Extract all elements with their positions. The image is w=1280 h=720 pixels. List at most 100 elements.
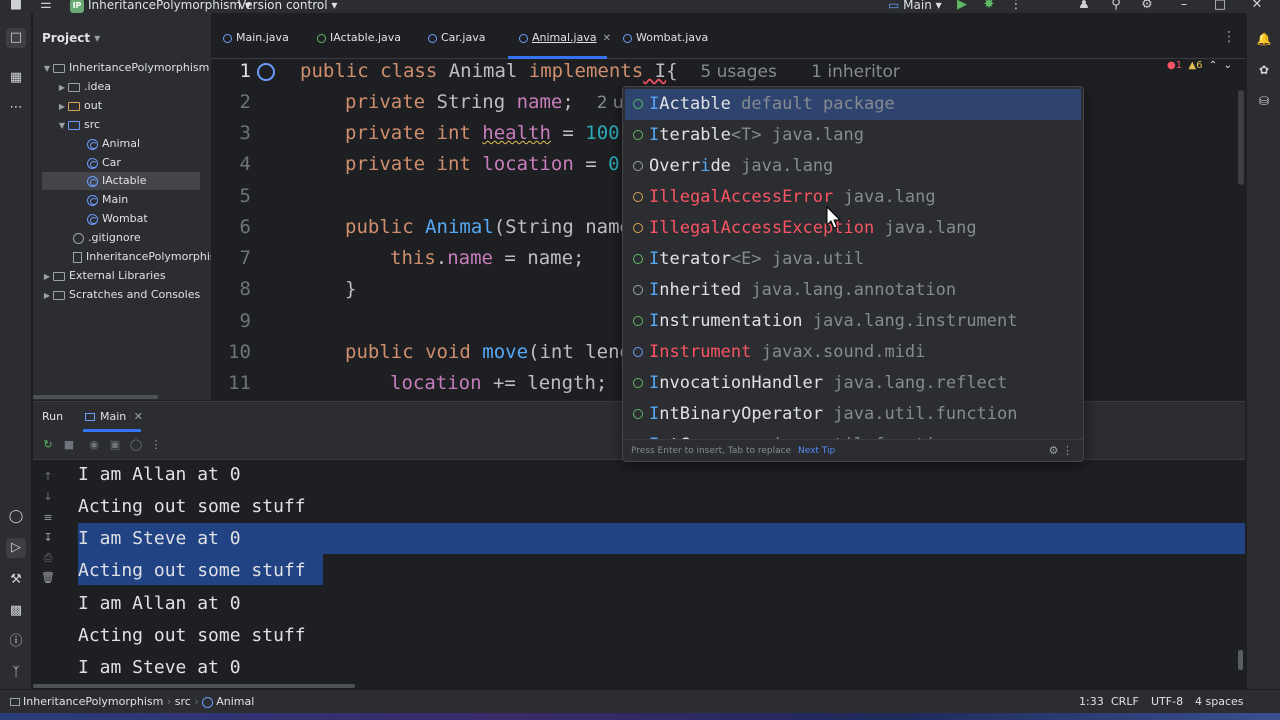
tree-item-src[interactable]: ▼ src: [56, 116, 100, 134]
structure-tool-icon[interactable]: ▦: [6, 68, 26, 88]
completion-item[interactable]: IActable default package: [625, 89, 1081, 120]
chevron-right-icon[interactable]: ▶: [56, 79, 68, 97]
rerun-icon[interactable]: ↻: [41, 438, 55, 452]
inheritors-hint[interactable]: 1 inheritor: [811, 62, 900, 82]
completion-item[interactable]: Instrument javax.sound.midi: [625, 337, 1081, 368]
breadcrumb-project[interactable]: InheritancePolymorphism: [23, 695, 163, 708]
chevron-up-icon[interactable]: ⌃: [1209, 60, 1217, 71]
project-panel-header[interactable]: Project ▾: [42, 31, 100, 45]
more-actions-icon[interactable]: ⋮: [1008, 0, 1024, 13]
scroll-down-icon[interactable]: ↓: [41, 490, 55, 504]
caret-position[interactable]: 1:33: [1079, 695, 1104, 708]
completion-item[interactable]: IllegalAccessError java.lang: [625, 182, 1081, 213]
completion-item[interactable]: IntBinaryOperator java.util.function: [625, 399, 1081, 430]
tree-item-iml[interactable]: InheritancePolymorphism: [73, 248, 226, 266]
terminal-tool-icon[interactable]: ▩: [6, 601, 26, 621]
chevron-down-icon[interactable]: ⌄: [1224, 60, 1232, 71]
run-tool-icon[interactable]: ▷: [6, 538, 26, 558]
completion-item[interactable]: IllegalAccessException java.lang: [625, 213, 1081, 244]
screenshot-icon[interactable]: ◉: [87, 438, 101, 452]
project-horizontal-scrollbar[interactable]: [33, 394, 211, 400]
stop-icon[interactable]: ■: [62, 438, 76, 452]
completion-more-icon[interactable]: ⋮: [1062, 444, 1073, 457]
project-switcher[interactable]: IP InheritancePolymorphism ▾: [70, 0, 251, 13]
restore-layout-icon[interactable]: ▣: [108, 438, 122, 452]
scroll-to-end-icon[interactable]: ↧: [41, 531, 55, 545]
project-tool-icon[interactable]: □: [6, 28, 26, 48]
completion-settings-icon[interactable]: ⚙: [1049, 444, 1059, 457]
notifications-icon[interactable]: 🔔: [1255, 30, 1273, 48]
completion-package: javax.sound.midi: [761, 342, 926, 362]
git-tool-icon[interactable]: ᛉ: [6, 663, 26, 683]
tree-item-iactable[interactable]: IActable: [42, 172, 200, 190]
inspection-widget[interactable]: ●1 ▲6 ⌃ ⌄: [1167, 60, 1232, 71]
chevron-right-icon[interactable]: ▶: [41, 287, 53, 305]
completion-item[interactable]: Iterator<E> java.util: [625, 244, 1081, 275]
completion-item[interactable]: Iterable<T> java.lang: [625, 120, 1081, 151]
search-icon[interactable]: ⚲: [1108, 0, 1124, 13]
more-options-icon[interactable]: ⋮: [149, 438, 163, 452]
implemented-marker-icon[interactable]: [257, 63, 275, 81]
scratches-icon: [53, 290, 65, 300]
main-menu-icon[interactable]: ☰: [38, 0, 54, 13]
next-tip-link[interactable]: Next Tip: [798, 446, 835, 456]
clear-all-icon[interactable]: 🗑: [41, 571, 55, 585]
tree-item-scratches[interactable]: ▶ Scratches and Consoles: [41, 286, 200, 304]
scroll-up-icon[interactable]: ↑: [41, 470, 55, 484]
tree-item-external-libraries[interactable]: ▶ External Libraries: [41, 267, 166, 285]
tab-options-icon[interactable]: ⋮: [1222, 29, 1236, 45]
tab-car-java[interactable]: Car.java: [428, 31, 485, 47]
tab-iactable-java[interactable]: IActable.java: [317, 31, 401, 47]
database-icon[interactable]: ⛁: [1255, 92, 1273, 110]
breadcrumb-animal[interactable]: Animal: [216, 695, 254, 708]
chevron-right-icon[interactable]: ▶: [56, 98, 68, 116]
console-scrollbar[interactable]: [1238, 650, 1243, 670]
run-tab-main[interactable]: Main ✕: [85, 410, 143, 423]
breadcrumb-src[interactable]: src: [175, 695, 191, 708]
tree-item-main[interactable]: Main: [87, 191, 128, 209]
tree-item-car[interactable]: Car: [87, 154, 121, 172]
line-separator[interactable]: CRLF: [1111, 695, 1139, 708]
more-tools-icon[interactable]: ⋯: [6, 98, 26, 118]
usages-hint[interactable]: 5 usages: [700, 62, 776, 82]
soft-wrap-icon[interactable]: ≡: [41, 511, 55, 525]
close-run-tab-icon[interactable]: ✕: [134, 410, 143, 423]
tab-wombat-java[interactable]: Wombat.java: [623, 31, 708, 47]
close-tab-icon[interactable]: ✕: [603, 33, 611, 44]
editor-scrollbar[interactable]: [1238, 90, 1244, 185]
vcs-menu[interactable]: Version control ▾: [238, 0, 337, 13]
completion-item[interactable]: Instrumentation java.lang.instrument: [625, 306, 1081, 337]
chevron-down-icon[interactable]: ▼: [56, 117, 68, 135]
build-tool-icon[interactable]: ⚒: [6, 570, 26, 590]
run-icon[interactable]: ▶: [954, 0, 970, 13]
tree-item-gitignore[interactable]: .gitignore: [73, 229, 141, 247]
tab-animal-java[interactable]: Animal.java ✕: [519, 31, 611, 47]
tree-item-animal[interactable]: Animal: [87, 135, 140, 153]
completion-item[interactable]: InvocationHandler java.lang.reflect: [625, 368, 1081, 399]
scrollbar-thumb[interactable]: [33, 395, 158, 399]
run-config-selector[interactable]: ▭ Main ▾: [888, 0, 942, 13]
close-window-icon[interactable]: ✕: [1249, 0, 1265, 13]
chevron-right-icon[interactable]: ▶: [41, 268, 53, 286]
completion-item[interactable]: Inherited java.lang.annotation: [625, 275, 1081, 306]
tree-item-idea[interactable]: ▶ .idea: [56, 78, 111, 96]
settings-gear-icon[interactable]: ⚙: [1139, 0, 1155, 13]
file-encoding[interactable]: UTF-8: [1151, 695, 1183, 708]
print-icon[interactable]: ⎙: [41, 551, 55, 565]
completion-item[interactable]: Override java.lang: [625, 151, 1081, 182]
indent-setting[interactable]: 4 spaces: [1195, 695, 1244, 708]
tab-main-java[interactable]: Main.java: [223, 31, 289, 47]
threads-icon[interactable]: ◯: [129, 438, 143, 452]
maximize-icon[interactable]: □: [1212, 0, 1228, 13]
problems-tool-icon[interactable]: ⓘ: [6, 632, 26, 652]
tree-item-root[interactable]: ▼ InheritancePolymorphism: [41, 59, 209, 77]
tree-item-wombat[interactable]: Wombat: [87, 210, 148, 228]
ai-assistant-icon[interactable]: ✿: [1255, 61, 1273, 79]
minimize-icon[interactable]: –: [1176, 0, 1192, 13]
services-tool-icon[interactable]: ◯: [6, 507, 26, 527]
scrollbar-thumb[interactable]: [33, 684, 355, 688]
add-user-icon[interactable]: ♟: [1076, 0, 1092, 13]
debug-icon[interactable]: ✸: [981, 0, 997, 13]
chevron-down-icon[interactable]: ▼: [41, 60, 53, 78]
tree-item-out[interactable]: ▶ out: [56, 97, 102, 115]
